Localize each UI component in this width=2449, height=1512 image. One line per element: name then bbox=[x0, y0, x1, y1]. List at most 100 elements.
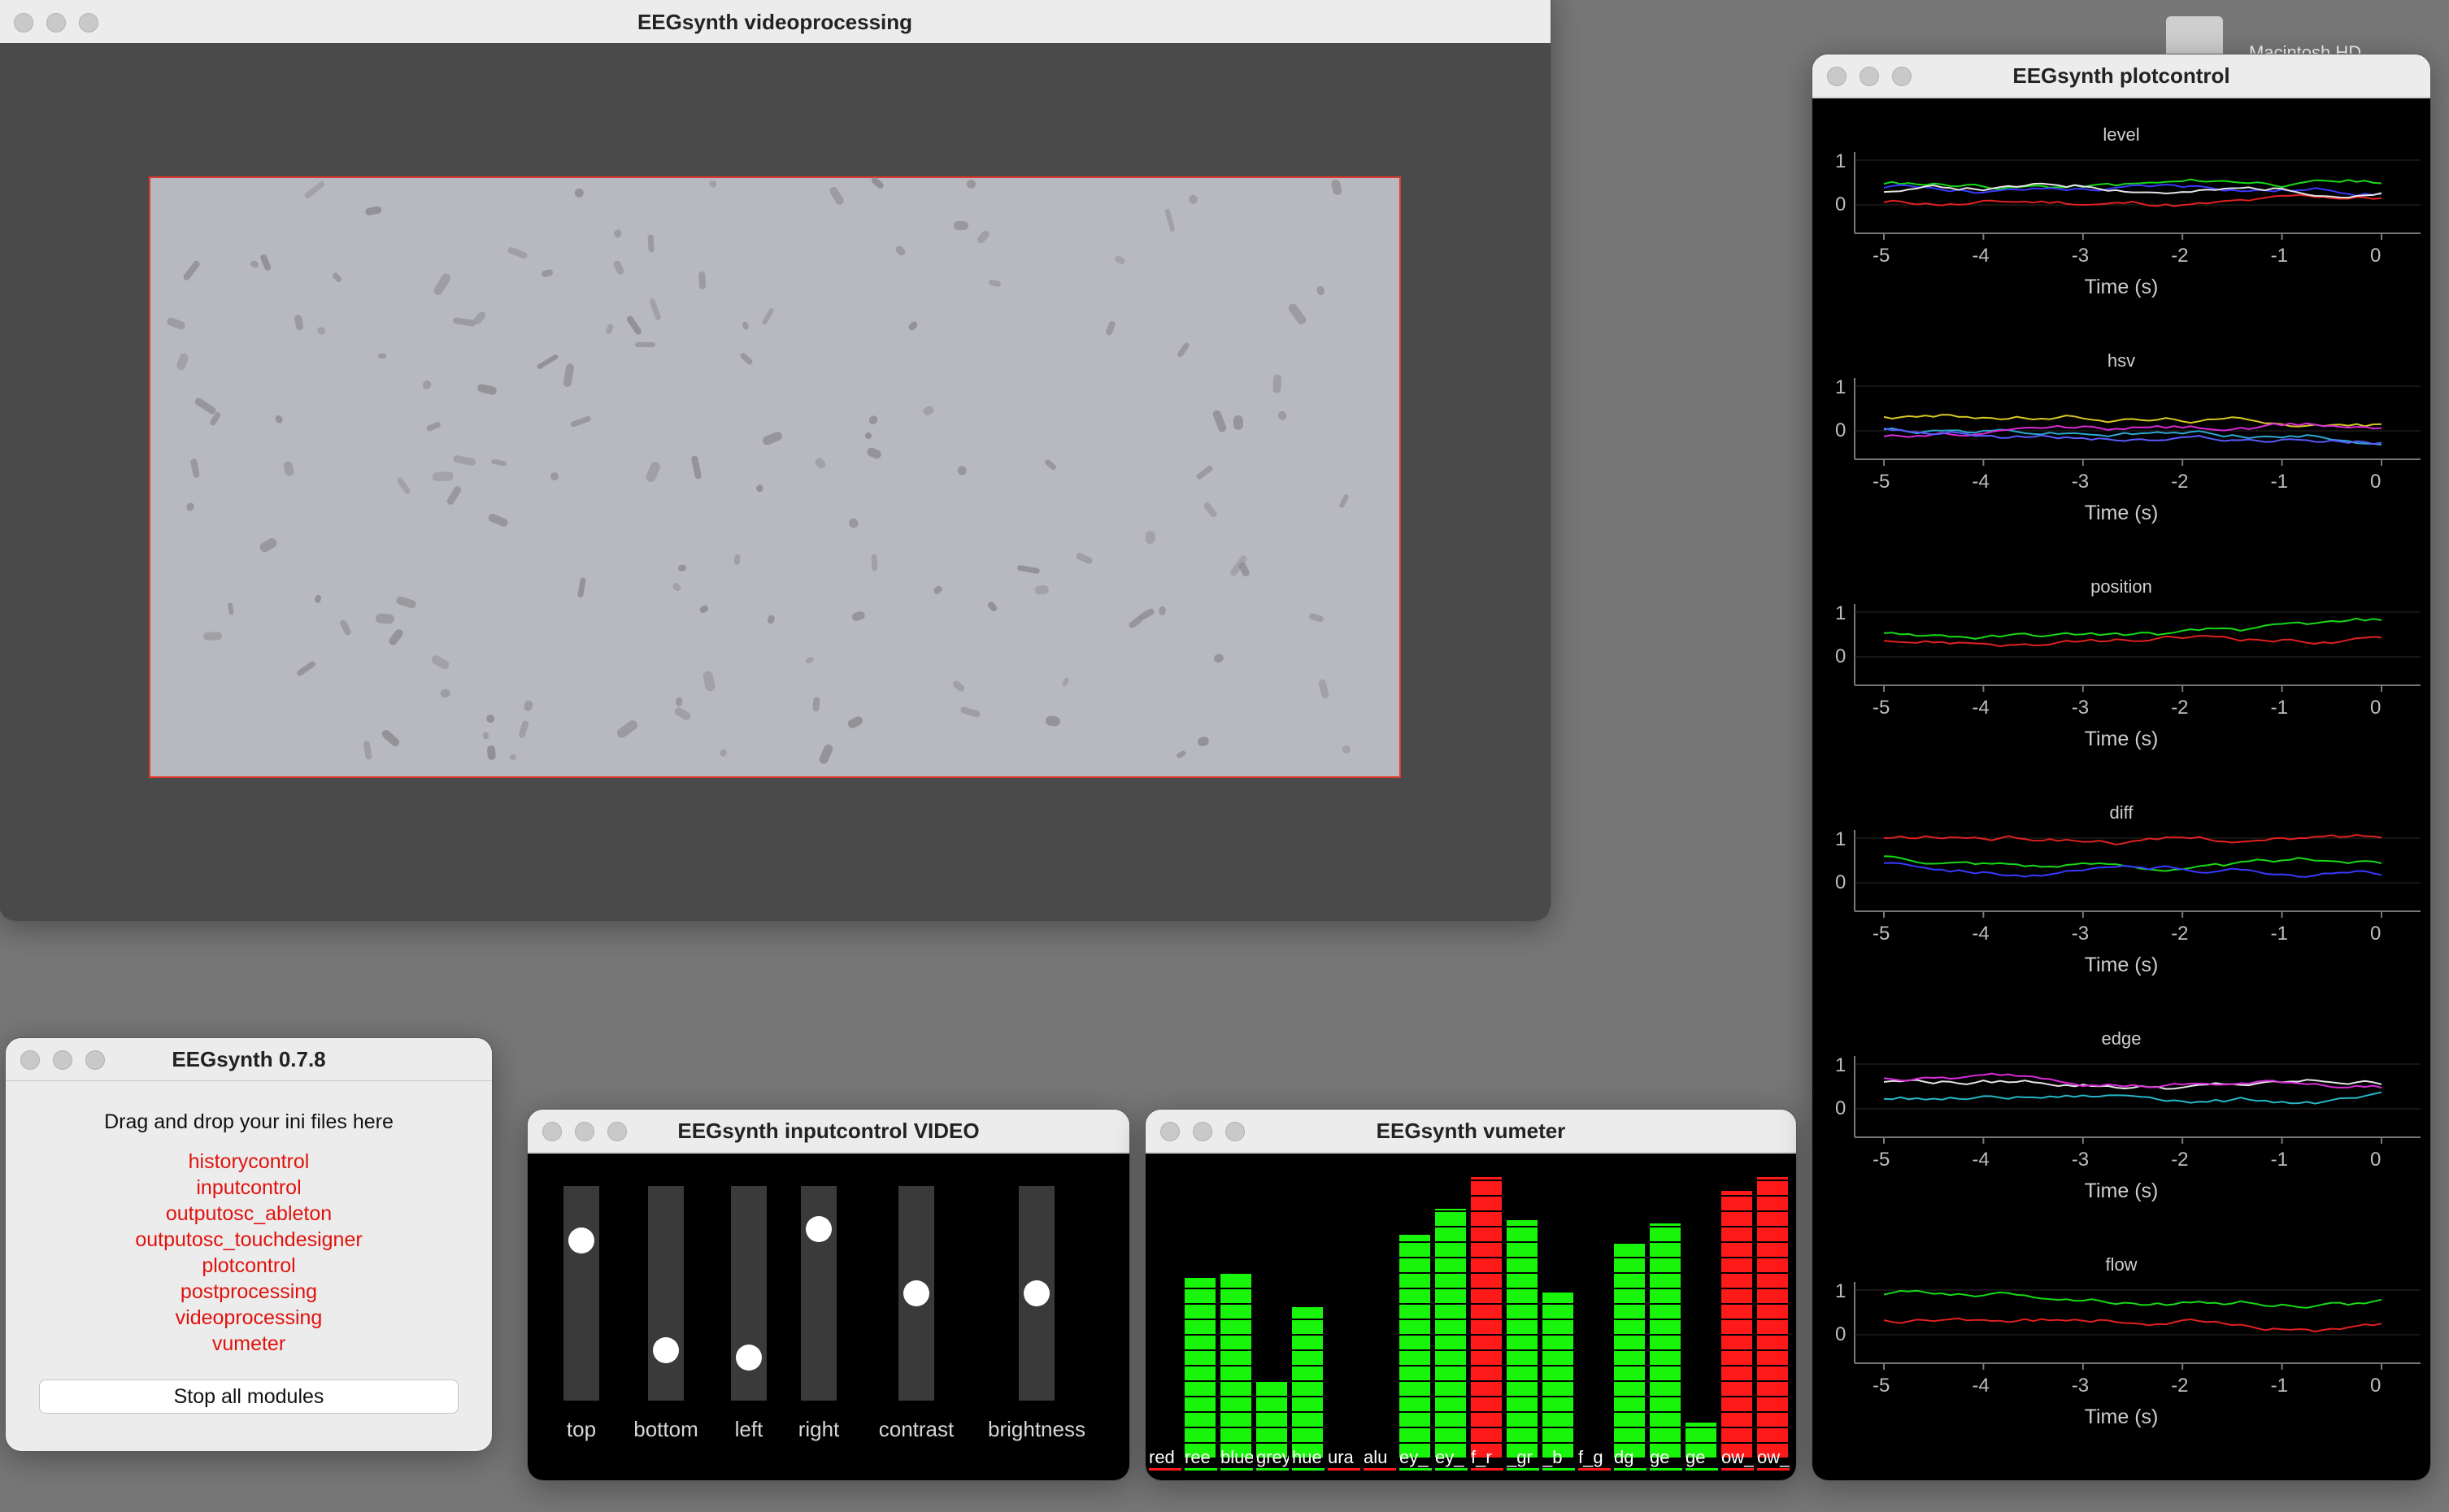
slider-right[interactable] bbox=[801, 1186, 837, 1401]
stop-all-button[interactable]: Stop all modules bbox=[39, 1379, 459, 1414]
module-link-videoprocessing[interactable]: videoprocessing bbox=[6, 1305, 492, 1331]
vu-bar bbox=[1292, 1306, 1323, 1458]
titlebar[interactable]: EEGsynth 0.7.8 bbox=[6, 1038, 492, 1081]
vu-label: ree bbox=[1185, 1447, 1217, 1471]
slider-knob[interactable] bbox=[1024, 1280, 1050, 1306]
module-link-historycontrol[interactable]: historycontrol bbox=[6, 1149, 492, 1175]
slider-top[interactable] bbox=[563, 1186, 599, 1401]
titlebar[interactable]: EEGsynth plotcontrol bbox=[1812, 54, 2430, 98]
module-link-outputosc_ableton[interactable]: outputosc_ableton bbox=[6, 1201, 492, 1227]
cell-speck bbox=[486, 745, 497, 761]
cell-speck bbox=[1113, 254, 1126, 266]
titlebar[interactable]: EEGsynth videoprocessing bbox=[0, 1, 1551, 44]
cell-speck bbox=[375, 612, 395, 624]
cell-speck bbox=[396, 476, 411, 495]
slider-left[interactable] bbox=[731, 1186, 767, 1401]
slider-knob[interactable] bbox=[568, 1227, 594, 1254]
x-tick-label: -2 bbox=[2171, 1149, 2189, 1171]
cell-speck bbox=[1277, 409, 1289, 422]
videoprocessing-window: EEGsynth videoprocessing bbox=[0, 0, 1551, 922]
x-tick-label: -5 bbox=[1873, 471, 1890, 493]
cell-speck bbox=[259, 254, 272, 273]
slider-contrast[interactable] bbox=[898, 1186, 934, 1401]
cell-speck bbox=[576, 576, 586, 598]
cell-speck bbox=[951, 679, 967, 693]
roi-rectangle[interactable] bbox=[149, 176, 1401, 778]
x-axis-label: Time (s) bbox=[2084, 276, 2159, 298]
cell-speck bbox=[1338, 493, 1350, 509]
window-title: EEGsynth videoprocessing bbox=[637, 10, 913, 34]
plot-trace bbox=[1883, 833, 2382, 846]
plot-trace bbox=[1883, 1289, 2382, 1309]
slider-knob[interactable] bbox=[736, 1344, 762, 1371]
vu-bar bbox=[1757, 1176, 1788, 1458]
vu-label: blue bbox=[1220, 1447, 1253, 1471]
cell-speck bbox=[816, 742, 834, 766]
cell-speck bbox=[1272, 374, 1282, 394]
cell-speck bbox=[452, 316, 476, 328]
plot-axes-hsv bbox=[1854, 378, 2421, 466]
cell-speck bbox=[1175, 341, 1190, 358]
module-link-postprocessing[interactable]: postprocessing bbox=[6, 1279, 492, 1305]
cell-speck bbox=[863, 432, 872, 441]
vu-label: dg bbox=[1614, 1447, 1646, 1471]
module-link-plotcontrol[interactable]: plotcontrol bbox=[6, 1253, 492, 1279]
cell-speck bbox=[249, 259, 259, 270]
y-tick-label: 1 bbox=[1835, 602, 1847, 624]
cell-speck bbox=[846, 715, 865, 730]
x-tick-label: -4 bbox=[1972, 1375, 1990, 1397]
cell-speck bbox=[1211, 409, 1228, 433]
cell-speck bbox=[851, 610, 867, 622]
module-link-inputcontrol[interactable]: inputcontrol bbox=[6, 1175, 492, 1201]
module-link-outputosc_touchdesigner[interactable]: outputosc_touchdesigner bbox=[6, 1227, 492, 1253]
cell-speck bbox=[316, 325, 327, 337]
cell-speck bbox=[339, 618, 353, 637]
slider-brightness[interactable] bbox=[1019, 1186, 1055, 1401]
cell-speck bbox=[698, 603, 710, 615]
cell-speck bbox=[671, 581, 683, 593]
module-link-vumeter[interactable]: vumeter bbox=[6, 1331, 492, 1357]
cell-speck bbox=[870, 176, 885, 190]
x-tick-label: -3 bbox=[2071, 1149, 2090, 1171]
window-title: EEGsynth 0.7.8 bbox=[172, 1047, 326, 1071]
vu-bar bbox=[1220, 1272, 1251, 1458]
cell-speck bbox=[865, 446, 883, 461]
cell-speck bbox=[549, 471, 559, 481]
cell-speck bbox=[612, 259, 626, 276]
cell-speck bbox=[956, 464, 968, 476]
slider-knob[interactable] bbox=[806, 1216, 832, 1243]
cell-speck bbox=[563, 363, 576, 389]
eegsynth-main-window: EEGsynth 0.7.8 Drag and drop your ini fi… bbox=[5, 1037, 493, 1452]
y-tick-label: 0 bbox=[1835, 645, 1847, 667]
x-tick-label: -1 bbox=[2270, 1375, 2288, 1397]
x-axis-label: Time (s) bbox=[2084, 1406, 2159, 1428]
cell-speck bbox=[675, 696, 684, 706]
cell-speck bbox=[867, 413, 880, 426]
cell-speck bbox=[202, 632, 223, 641]
cell-speck bbox=[429, 653, 450, 671]
slider-bottom[interactable] bbox=[648, 1186, 684, 1401]
titlebar[interactable]: EEGsynth vumeter bbox=[1146, 1110, 1796, 1153]
y-tick-label: 1 bbox=[1835, 150, 1847, 172]
plot-title-position: position bbox=[2090, 576, 2152, 597]
vu-label: hue bbox=[1292, 1447, 1325, 1471]
cell-speck bbox=[314, 593, 322, 604]
y-tick-label: 0 bbox=[1835, 1323, 1847, 1345]
plot-axes-edge bbox=[1854, 1056, 2421, 1144]
vu-bar bbox=[1542, 1293, 1573, 1458]
plot-trace bbox=[1883, 855, 2382, 872]
cell-speck bbox=[616, 718, 640, 740]
vu-label: ura bbox=[1328, 1447, 1360, 1471]
plot-title-level: level bbox=[2103, 124, 2140, 145]
cell-speck bbox=[1196, 736, 1210, 747]
cell-speck bbox=[811, 697, 820, 712]
vu-bar bbox=[1650, 1223, 1681, 1458]
cell-speck bbox=[1340, 744, 1352, 756]
slider-knob[interactable] bbox=[903, 1280, 929, 1306]
slider-knob[interactable] bbox=[653, 1336, 679, 1363]
cell-speck bbox=[1212, 652, 1225, 664]
cell-speck bbox=[440, 689, 451, 697]
cell-speck bbox=[452, 454, 476, 467]
cell-speck bbox=[432, 471, 454, 481]
titlebar[interactable]: EEGsynth inputcontrol VIDEO bbox=[528, 1110, 1129, 1153]
